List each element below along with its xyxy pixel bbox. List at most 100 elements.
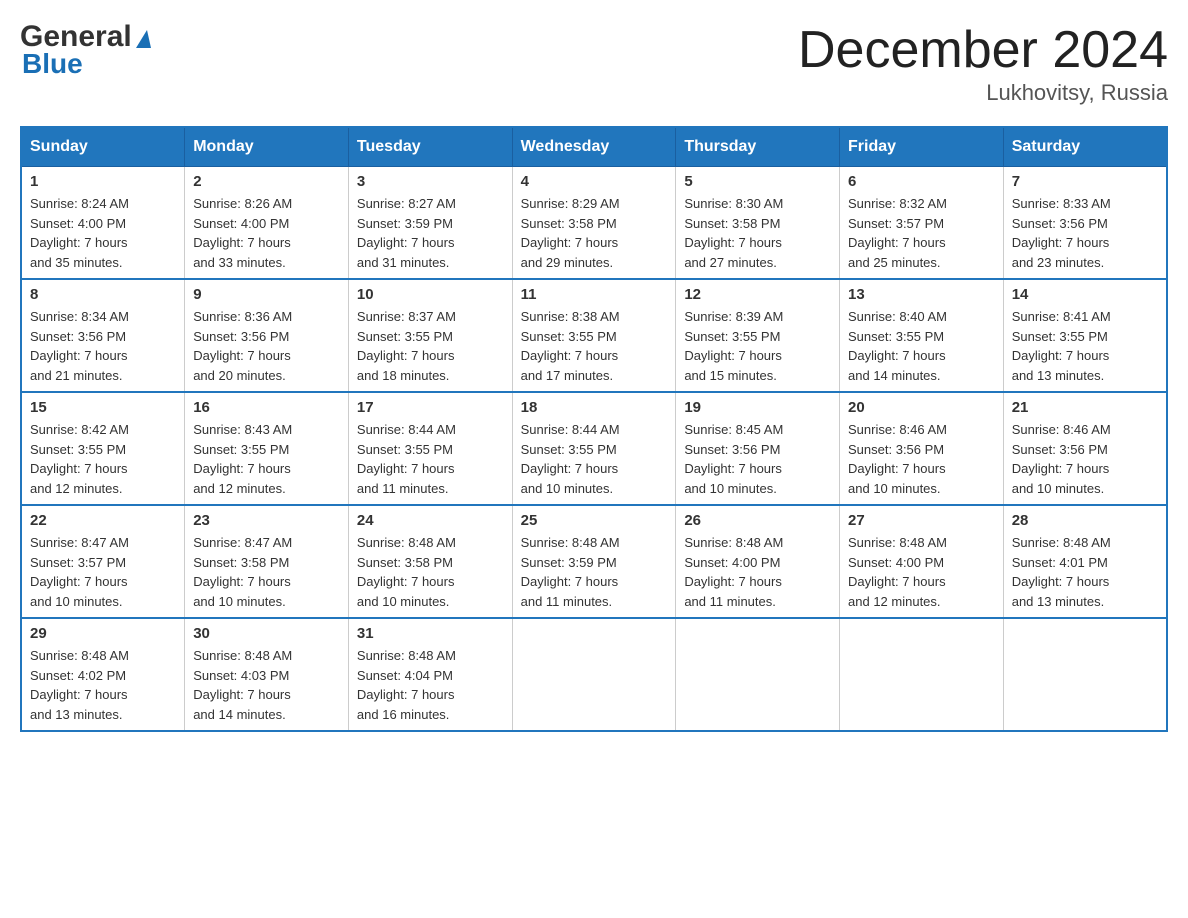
- calendar-cell: 3Sunrise: 8:27 AMSunset: 3:59 PMDaylight…: [348, 167, 512, 280]
- day-info: Sunrise: 8:40 AMSunset: 3:55 PMDaylight:…: [848, 307, 995, 385]
- calendar-cell: 7Sunrise: 8:33 AMSunset: 3:56 PMDaylight…: [1003, 167, 1167, 280]
- calendar-week-row: 22Sunrise: 8:47 AMSunset: 3:57 PMDayligh…: [21, 505, 1167, 618]
- day-info: Sunrise: 8:48 AMSunset: 3:59 PMDaylight:…: [521, 533, 668, 611]
- col-friday: Friday: [840, 127, 1004, 167]
- calendar-cell: 12 Sunrise: 8:39 AMSunset: 3:55 PMDayligh…: [676, 279, 840, 392]
- day-info: Sunrise: 8:29 AMSunset: 3:58 PMDaylight:…: [521, 194, 668, 272]
- calendar-cell: 17 Sunrise: 8:44 AMSunset: 3:55 PMDayligh…: [348, 392, 512, 505]
- day-info: Sunrise: 8:48 AMSunset: 4:00 PMDaylight:…: [848, 533, 995, 611]
- calendar-cell: 2 Sunrise: 8:26 AMSunset: 4:00 PMDaylight…: [185, 167, 349, 280]
- day-number: 28: [1012, 512, 1158, 529]
- day-number: 31: [357, 625, 504, 642]
- calendar-cell: 6Sunrise: 8:32 AMSunset: 3:57 PMDaylight…: [840, 167, 1004, 280]
- day-info: Sunrise: 8:48 AMSunset: 4:04 PMDaylight:…: [357, 646, 504, 724]
- calendar-body: 1 Sunrise: 8:24 AMSunset: 4:00 PMDaylight…: [21, 167, 1167, 732]
- logo-triangle-icon: [136, 30, 151, 48]
- calendar-cell: [840, 618, 1004, 731]
- day-number: 7: [1012, 173, 1158, 190]
- calendar-title: December 2024: [798, 20, 1168, 80]
- day-info: Sunrise: 8:24 AMSunset: 4:00 PMDaylight:…: [30, 194, 176, 272]
- day-info: Sunrise: 8:47 AMSunset: 3:58 PMDaylight:…: [193, 533, 340, 611]
- calendar-week-row: 8 Sunrise: 8:34 AMSunset: 3:56 PMDaylight…: [21, 279, 1167, 392]
- logo-blue-text: Blue: [22, 48, 83, 80]
- calendar-cell: 26 Sunrise: 8:48 AMSunset: 4:00 PMDayligh…: [676, 505, 840, 618]
- day-info: Sunrise: 8:34 AMSunset: 3:56 PMDaylight:…: [30, 307, 176, 385]
- col-tuesday: Tuesday: [348, 127, 512, 167]
- day-number: 19: [684, 399, 831, 416]
- calendar-week-row: 1 Sunrise: 8:24 AMSunset: 4:00 PMDaylight…: [21, 167, 1167, 280]
- col-saturday: Saturday: [1003, 127, 1167, 167]
- day-info: Sunrise: 8:42 AMSunset: 3:55 PMDaylight:…: [30, 420, 176, 498]
- calendar-cell: [512, 618, 676, 731]
- col-sunday: Sunday: [21, 127, 185, 167]
- day-info: Sunrise: 8:48 AMSunset: 3:58 PMDaylight:…: [357, 533, 504, 611]
- calendar-table: Sunday Monday Tuesday Wednesday Thursday…: [20, 126, 1168, 732]
- day-info: Sunrise: 8:44 AMSunset: 3:55 PMDaylight:…: [357, 420, 504, 498]
- day-number: 16: [193, 399, 340, 416]
- calendar-cell: 22Sunrise: 8:47 AMSunset: 3:57 PMDayligh…: [21, 505, 185, 618]
- calendar-cell: 25 Sunrise: 8:48 AMSunset: 3:59 PMDayligh…: [512, 505, 676, 618]
- day-info: Sunrise: 8:45 AMSunset: 3:56 PMDaylight:…: [684, 420, 831, 498]
- day-info: Sunrise: 8:43 AMSunset: 3:55 PMDaylight:…: [193, 420, 340, 498]
- calendar-cell: 9 Sunrise: 8:36 AMSunset: 3:56 PMDaylight…: [185, 279, 349, 392]
- day-number: 10: [357, 286, 504, 303]
- calendar-cell: 28 Sunrise: 8:48 AMSunset: 4:01 PMDayligh…: [1003, 505, 1167, 618]
- day-info: Sunrise: 8:48 AMSunset: 4:03 PMDaylight:…: [193, 646, 340, 724]
- calendar-cell: 21 Sunrise: 8:46 AMSunset: 3:56 PMDayligh…: [1003, 392, 1167, 505]
- calendar-header-row: Sunday Monday Tuesday Wednesday Thursday…: [21, 127, 1167, 167]
- calendar-cell: 15Sunrise: 8:42 AMSunset: 3:55 PMDayligh…: [21, 392, 185, 505]
- day-info: Sunrise: 8:48 AMSunset: 4:01 PMDaylight:…: [1012, 533, 1158, 611]
- day-number: 17: [357, 399, 504, 416]
- day-number: 27: [848, 512, 995, 529]
- day-number: 22: [30, 512, 176, 529]
- day-number: 8: [30, 286, 176, 303]
- col-monday: Monday: [185, 127, 349, 167]
- calendar-cell: 4Sunrise: 8:29 AMSunset: 3:58 PMDaylight…: [512, 167, 676, 280]
- day-number: 9: [193, 286, 340, 303]
- day-number: 26: [684, 512, 831, 529]
- calendar-cell: 8 Sunrise: 8:34 AMSunset: 3:56 PMDaylight…: [21, 279, 185, 392]
- calendar-cell: 11Sunrise: 8:38 AMSunset: 3:55 PMDayligh…: [512, 279, 676, 392]
- day-info: Sunrise: 8:48 AMSunset: 4:00 PMDaylight:…: [684, 533, 831, 611]
- calendar-cell: 19 Sunrise: 8:45 AMSunset: 3:56 PMDayligh…: [676, 392, 840, 505]
- logo: General Blue: [20, 20, 151, 80]
- calendar-cell: 10 Sunrise: 8:37 AMSunset: 3:55 PMDayligh…: [348, 279, 512, 392]
- day-info: Sunrise: 8:46 AMSunset: 3:56 PMDaylight:…: [1012, 420, 1158, 498]
- day-number: 23: [193, 512, 340, 529]
- calendar-cell: 27 Sunrise: 8:48 AMSunset: 4:00 PMDayligh…: [840, 505, 1004, 618]
- calendar-cell: 24 Sunrise: 8:48 AMSunset: 3:58 PMDayligh…: [348, 505, 512, 618]
- calendar-cell: 14Sunrise: 8:41 AMSunset: 3:55 PMDayligh…: [1003, 279, 1167, 392]
- title-block: December 2024 Lukhovitsy, Russia: [798, 20, 1168, 106]
- col-wednesday: Wednesday: [512, 127, 676, 167]
- calendar-cell: 29Sunrise: 8:48 AMSunset: 4:02 PMDayligh…: [21, 618, 185, 731]
- calendar-cell: 23 Sunrise: 8:47 AMSunset: 3:58 PMDayligh…: [185, 505, 349, 618]
- day-number: 25: [521, 512, 668, 529]
- day-number: 21: [1012, 399, 1158, 416]
- calendar-cell: 18 Sunrise: 8:44 AMSunset: 3:55 PMDayligh…: [512, 392, 676, 505]
- day-number: 18: [521, 399, 668, 416]
- day-number: 24: [357, 512, 504, 529]
- calendar-cell: 31 Sunrise: 8:48 AMSunset: 4:04 PMDayligh…: [348, 618, 512, 731]
- calendar-cell: 16 Sunrise: 8:43 AMSunset: 3:55 PMDayligh…: [185, 392, 349, 505]
- calendar-cell: 20Sunrise: 8:46 AMSunset: 3:56 PMDayligh…: [840, 392, 1004, 505]
- calendar-cell: [676, 618, 840, 731]
- calendar-week-row: 29Sunrise: 8:48 AMSunset: 4:02 PMDayligh…: [21, 618, 1167, 731]
- day-info: Sunrise: 8:46 AMSunset: 3:56 PMDaylight:…: [848, 420, 995, 498]
- col-thursday: Thursday: [676, 127, 840, 167]
- calendar-cell: 1 Sunrise: 8:24 AMSunset: 4:00 PMDaylight…: [21, 167, 185, 280]
- day-number: 12: [684, 286, 831, 303]
- day-info: Sunrise: 8:27 AMSunset: 3:59 PMDaylight:…: [357, 194, 504, 272]
- day-number: 2: [193, 173, 340, 190]
- day-number: 29: [30, 625, 176, 642]
- calendar-cell: 13Sunrise: 8:40 AMSunset: 3:55 PMDayligh…: [840, 279, 1004, 392]
- day-info: Sunrise: 8:38 AMSunset: 3:55 PMDaylight:…: [521, 307, 668, 385]
- day-info: Sunrise: 8:37 AMSunset: 3:55 PMDaylight:…: [357, 307, 504, 385]
- calendar-cell: 5Sunrise: 8:30 AMSunset: 3:58 PMDaylight…: [676, 167, 840, 280]
- day-info: Sunrise: 8:36 AMSunset: 3:56 PMDaylight:…: [193, 307, 340, 385]
- day-number: 1: [30, 173, 176, 190]
- day-info: Sunrise: 8:44 AMSunset: 3:55 PMDaylight:…: [521, 420, 668, 498]
- day-number: 6: [848, 173, 995, 190]
- day-info: Sunrise: 8:26 AMSunset: 4:00 PMDaylight:…: [193, 194, 340, 272]
- calendar-week-row: 15Sunrise: 8:42 AMSunset: 3:55 PMDayligh…: [21, 392, 1167, 505]
- day-info: Sunrise: 8:39 AMSunset: 3:55 PMDaylight:…: [684, 307, 831, 385]
